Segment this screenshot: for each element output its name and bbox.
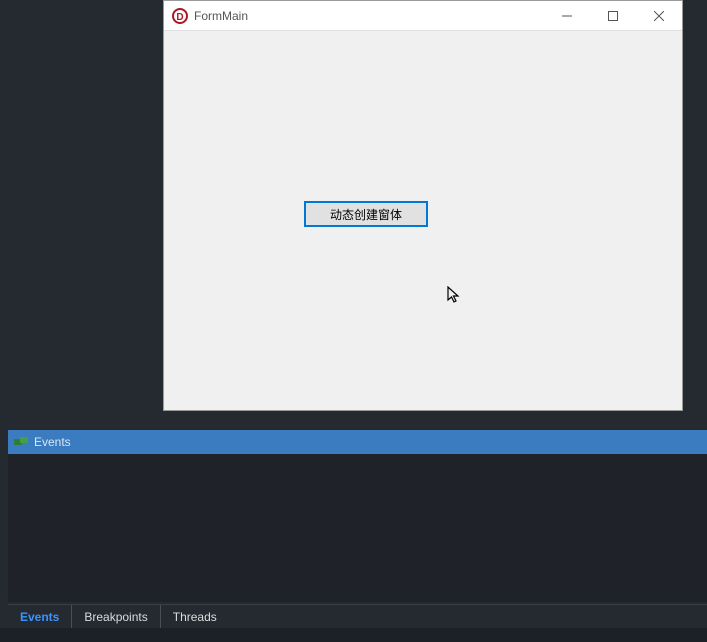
- status-strip: [0, 628, 707, 642]
- events-panel-header[interactable]: Events: [8, 430, 707, 454]
- minimize-button[interactable]: [544, 1, 590, 30]
- events-panel-body[interactable]: [8, 454, 707, 602]
- events-panel-title: Events: [34, 435, 71, 449]
- window-titlebar: D FormMain: [164, 1, 682, 31]
- events-panel-icon: [14, 436, 28, 448]
- events-panel: Events: [8, 430, 707, 602]
- close-button[interactable]: [636, 1, 682, 30]
- tab-breakpoints[interactable]: Breakpoints: [72, 605, 160, 628]
- bottom-tabstrip: Events Breakpoints Threads: [8, 604, 707, 628]
- tab-events[interactable]: Events: [8, 605, 72, 628]
- maximize-button[interactable]: [590, 1, 636, 30]
- svg-text:D: D: [176, 12, 183, 23]
- create-form-button[interactable]: 动态创建窗体: [304, 201, 428, 227]
- app-window: D FormMain 动态创建窗体: [163, 0, 683, 411]
- window-title: FormMain: [194, 9, 544, 23]
- window-client-area: 动态创建窗体: [164, 31, 682, 410]
- tab-threads[interactable]: Threads: [161, 605, 229, 628]
- app-icon: D: [172, 8, 188, 24]
- window-control-buttons: [544, 1, 682, 30]
